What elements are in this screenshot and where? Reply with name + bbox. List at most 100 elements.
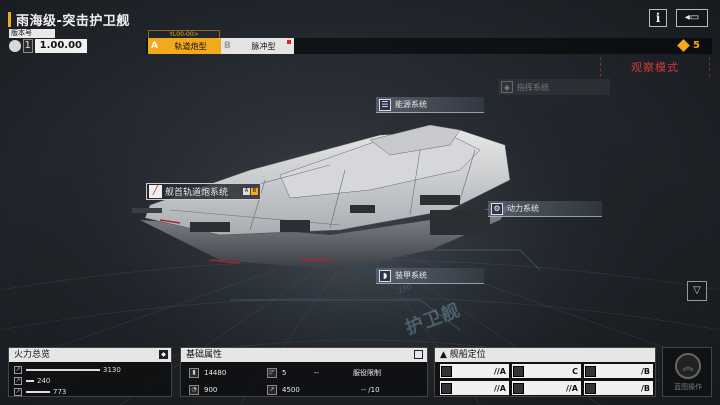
- system-command[interactable]: ◈ 指挥系统: [498, 79, 610, 95]
- position-cell[interactable]: //A: [512, 381, 581, 395]
- ship-cell-icon: [513, 365, 524, 377]
- speed-icon: ◔: [189, 384, 199, 395]
- shell-icon: ↗: [14, 365, 22, 374]
- currency-value: 5: [693, 40, 700, 51]
- position-cell[interactable]: /B: [584, 364, 653, 378]
- service-limit-label: 服役限制: [353, 368, 381, 377]
- copy-icon[interactable]: [414, 350, 423, 359]
- expand-icon[interactable]: ◆: [159, 350, 168, 359]
- position-value: C: [572, 366, 578, 376]
- panel-title: 基础属性: [186, 350, 223, 360]
- tank-icon: [585, 365, 596, 377]
- tag-icon: A: [243, 188, 250, 195]
- position-cell[interactable]: //A: [440, 364, 509, 378]
- range-icon: ↗: [267, 384, 277, 395]
- position-value: //A: [493, 366, 506, 376]
- panel-header: 火力总览 ◆: [9, 348, 171, 362]
- chevron-up-icon: ︽: [675, 353, 701, 379]
- armor-value: 5: [282, 368, 287, 377]
- position-value: //A: [493, 383, 506, 393]
- variant-selector: YL00-00> A 轨道炮型 B 脉冲型: [148, 30, 294, 54]
- attributes-panel: 基础属性 ▮ 14480 ◸ 5 -- 服役限制 ◔ 900 ↗ 4500 --…: [180, 347, 428, 397]
- hp-stat: ▮ 14480: [189, 365, 267, 380]
- power-icon: ⚙: [491, 202, 503, 215]
- ship-name: 雨海级-突击护卫舰: [16, 13, 130, 29]
- blueprint-operation-label: 蓝图操作: [674, 383, 702, 391]
- firepower-value: 240: [37, 376, 51, 385]
- variant-tab-a[interactable]: A 轨道炮型: [148, 38, 221, 54]
- version-value: 1.00.00: [34, 39, 87, 53]
- view-toggle-button[interactable]: ▽: [687, 281, 707, 301]
- position-cell[interactable]: /B: [584, 381, 653, 395]
- firepower-value: 3130: [103, 365, 121, 374]
- tag-icon: B: [251, 188, 258, 195]
- hp-value: 14480: [204, 368, 227, 377]
- blueprint-icon: [9, 40, 21, 52]
- cannon-icon: ╱: [149, 185, 162, 198]
- variant-header: YL00-00>: [148, 30, 220, 38]
- observe-mode-button[interactable]: 观察模式: [600, 57, 710, 77]
- firepower-row: ↗ 773: [9, 386, 171, 397]
- position-cell[interactable]: C: [512, 364, 581, 378]
- variant-key: B: [224, 41, 231, 51]
- panel-header: ▲ 舰船定位: [435, 348, 655, 362]
- firepower-row: ↗ 3130: [9, 364, 171, 375]
- firepower-bar: [26, 379, 34, 382]
- positioning-panel: ▲ 舰船定位 //A C /B //A //A /B: [434, 347, 656, 397]
- version-major: 1: [22, 39, 33, 53]
- system-energy[interactable]: ☰ 能源系统: [376, 97, 484, 113]
- service-limit-value: -- /10: [361, 385, 380, 394]
- gear-cell-icon: [585, 382, 596, 394]
- range-value: 4500: [282, 385, 300, 394]
- blueprint-operation-button[interactable]: ︽ 蓝图操作: [662, 347, 712, 397]
- position-value: /B: [640, 383, 650, 393]
- currency-display: 5: [677, 39, 700, 52]
- variant-key: A: [151, 41, 158, 51]
- system-label: 指挥系统: [517, 82, 549, 92]
- info-button[interactable]: i: [649, 9, 667, 27]
- position-value: /B: [640, 366, 650, 376]
- position-cell[interactable]: //A: [440, 381, 509, 395]
- system-label: 装甲系统: [395, 271, 427, 280]
- assault-icon: [513, 382, 524, 394]
- system-label: 动力系统: [507, 204, 539, 213]
- panel-title-marker: ▲: [440, 350, 450, 360]
- armor-icon: ◸: [267, 367, 277, 378]
- range-stat: ↗ 4500: [267, 382, 347, 397]
- siege-icon: ↗: [14, 387, 22, 396]
- position-value: //A: [565, 383, 578, 393]
- hp-icon: ▮: [189, 367, 199, 378]
- panel-header: 基础属性: [181, 348, 427, 362]
- command-icon: ◈: [501, 81, 513, 93]
- firepower-bar: [26, 390, 50, 393]
- weapon-tags: A B: [243, 188, 258, 195]
- energy-icon: ☰: [379, 98, 391, 111]
- panel-title: 舰船定位: [449, 350, 486, 360]
- shield-icon: ◗: [379, 269, 391, 282]
- system-armor[interactable]: ◗ 装甲系统: [376, 268, 484, 284]
- variant-label: 脉冲型: [251, 41, 276, 51]
- firepower-row: ↗ 240: [9, 375, 171, 386]
- currency-icon: [677, 39, 690, 52]
- firepower-panel: 火力总览 ◆ ↗ 3130 ↗ 240 ↗ 773: [8, 347, 172, 397]
- version-label: 版本号: [9, 29, 55, 38]
- armor-stat: ◸ 5 --: [267, 365, 347, 380]
- panel-title: 火力总览: [14, 350, 51, 360]
- ship-title-bar: 雨海级-突击护卫舰: [8, 10, 130, 29]
- armor-extra: --: [314, 368, 320, 377]
- system-weapon[interactable]: ╱ 舰首轨道炮系统 A B: [146, 183, 261, 200]
- title-accent: [8, 11, 11, 27]
- speed-stat: ◔ 900: [189, 382, 267, 397]
- system-label: 能源系统: [395, 100, 427, 109]
- system-label: 舰首轨道炮系统: [165, 188, 229, 198]
- speed-value: 900: [204, 385, 218, 394]
- firepower-value: 773: [53, 387, 67, 396]
- firepower-bar: [26, 368, 100, 371]
- support-icon: [441, 382, 452, 394]
- frontline-icon: [441, 365, 452, 377]
- system-power[interactable]: ⚙ 动力系统: [488, 201, 602, 217]
- version-box: 版本号 1 1.00.00: [9, 29, 87, 54]
- back-button[interactable]: ◂▭: [676, 9, 708, 27]
- antiair-icon: ↗: [14, 376, 22, 385]
- variant-tab-b[interactable]: B 脉冲型: [221, 38, 294, 54]
